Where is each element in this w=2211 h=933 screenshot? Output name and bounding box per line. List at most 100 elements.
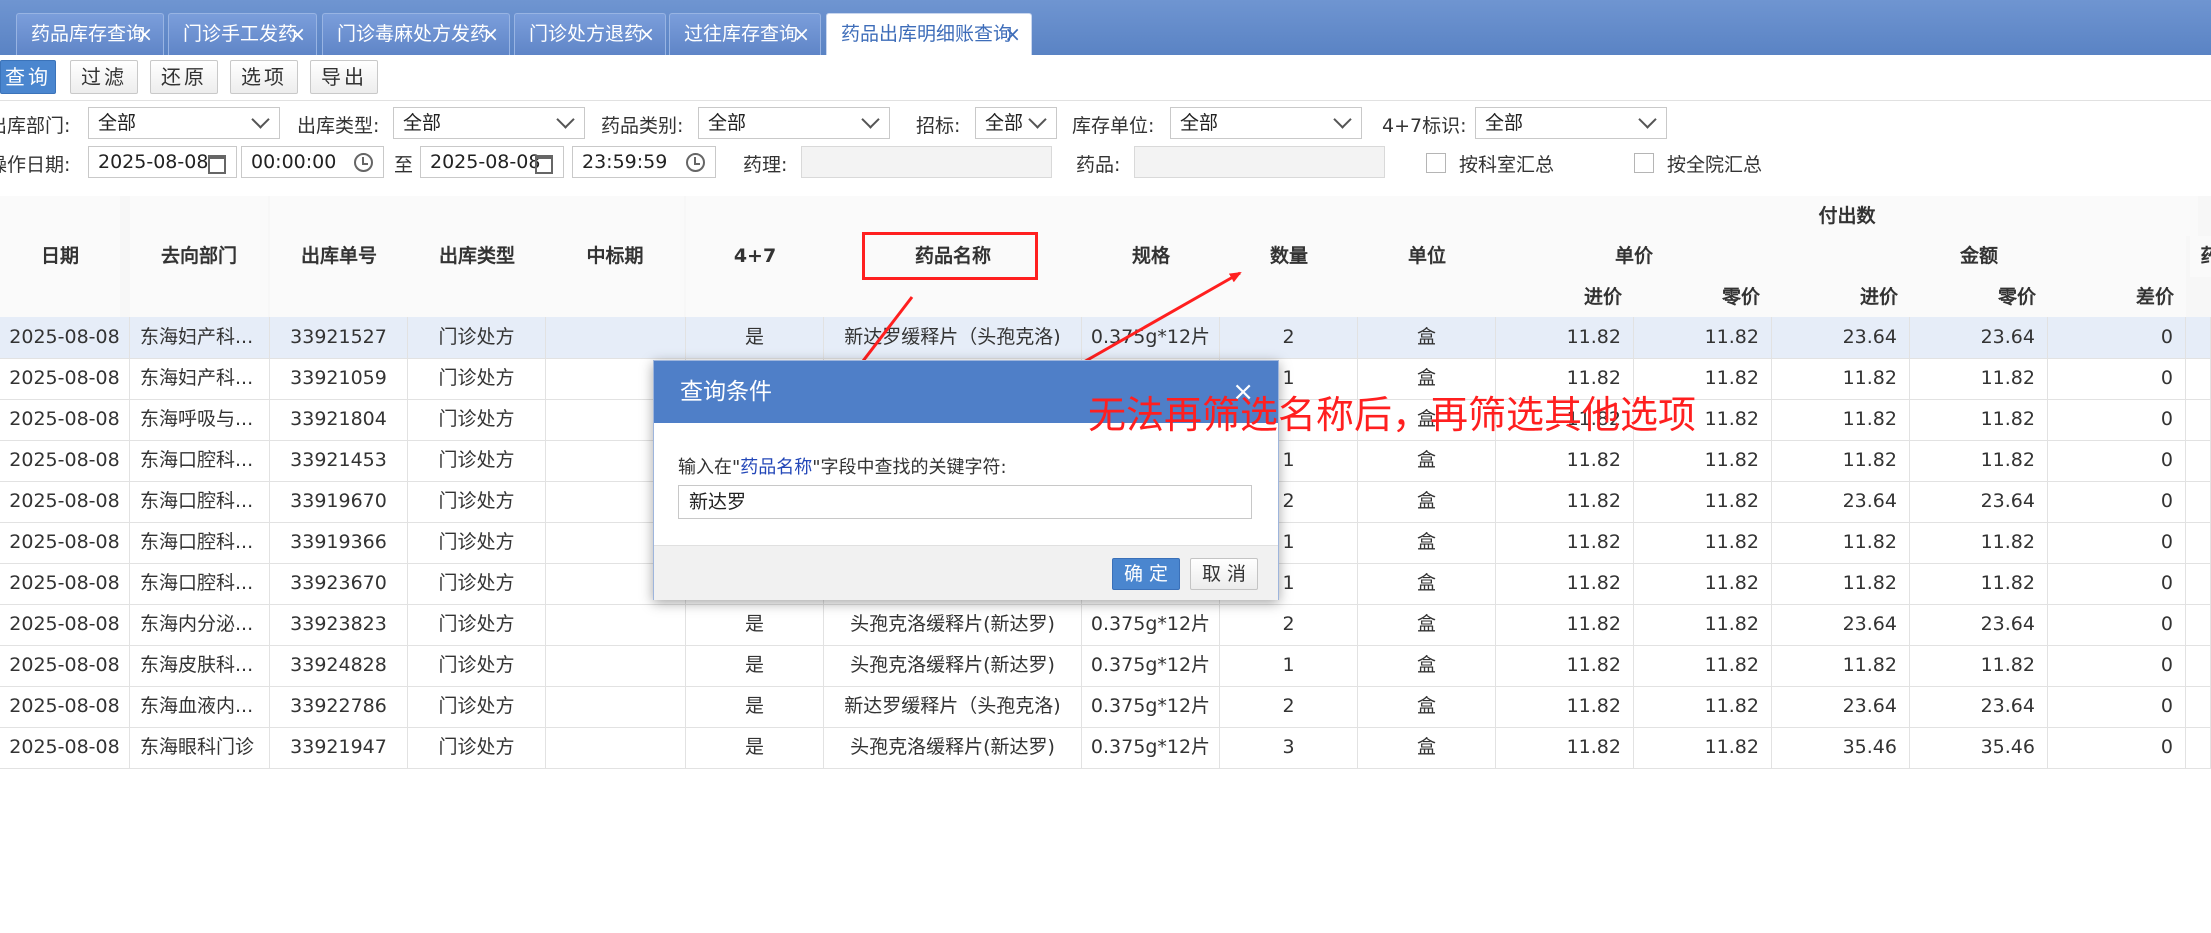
options-button[interactable]: 选项 (230, 60, 298, 94)
start-date-value: 2025-08-08 (98, 151, 209, 173)
cell-type: 门诊处方 (408, 317, 546, 358)
cell-date: 2025-08-08 (0, 604, 130, 645)
cell-four-seven: 是 (686, 645, 824, 686)
cell-unit: 盒 (1358, 563, 1496, 604)
bid-select[interactable]: 全部 (975, 107, 1057, 139)
cell-amt-in: 11.82 (1772, 440, 1910, 481)
query-button[interactable]: 查询 (0, 60, 56, 94)
tab-outbound-ledger-query[interactable]: 药品出库明细账查询 × (826, 13, 1032, 55)
table-row[interactable]: 2025-08-08 东海眼科门诊 33921947 门诊处方 是头孢克洛缓释片(新达罗… (0, 727, 2211, 769)
cell-amt-in: 11.82 (1772, 399, 1910, 440)
close-icon[interactable]: × (136, 14, 153, 54)
end-time-field[interactable]: 23:59:59 (572, 146, 716, 178)
pharmacology-field[interactable] (801, 146, 1052, 178)
cell-type: 门诊处方 (408, 645, 546, 686)
header-diff[interactable]: 差价 (2048, 277, 2186, 317)
header-dept[interactable]: 去向部门 (130, 196, 268, 317)
tab-drug-stock-query[interactable]: 药品库存查询 × (16, 13, 164, 55)
cell-diff: 0 (2048, 399, 2186, 440)
tab-manual-dispense[interactable]: 门诊手工发药 × (168, 13, 317, 55)
prompt-prefix: 输入在" (678, 457, 741, 478)
header-drug-partial: 药 (2190, 236, 2211, 277)
end-date-field[interactable]: 2025-08-08 (420, 146, 564, 178)
cell-date: 2025-08-08 (0, 727, 130, 768)
cell-dept: 东海口腔科... (130, 522, 270, 563)
header-price-retail[interactable]: 零价 (1634, 277, 1772, 317)
header-paid-out: 付出数 (1496, 196, 2198, 236)
close-icon[interactable]: × (1004, 14, 1021, 54)
close-icon[interactable]: × (482, 14, 499, 54)
by-hospital-checkbox[interactable] (1634, 153, 1654, 173)
cell-unit: 盒 (1358, 645, 1496, 686)
cell-order-no: 33919366 (270, 522, 408, 563)
header-date[interactable]: 日期 (0, 196, 120, 317)
close-icon[interactable]: × (638, 14, 655, 54)
filter-button[interactable]: 过滤 (70, 60, 138, 94)
keyword-input[interactable]: 新达罗 (678, 485, 1252, 519)
header-qty[interactable]: 数量 (1220, 196, 1358, 317)
start-date-field[interactable]: 2025-08-08 (88, 146, 237, 178)
calendar-icon[interactable] (535, 155, 553, 174)
header-unit[interactable]: 单位 (1358, 196, 1496, 317)
cell-diff: 0 (2048, 563, 2186, 604)
header-bid-period[interactable]: 中标期 (546, 196, 684, 317)
header-order-no[interactable]: 出库单号 (270, 196, 408, 317)
tab-narcotic-dispense[interactable]: 门诊毒麻处方发药 × (322, 13, 510, 55)
clock-icon[interactable] (354, 153, 373, 172)
category-select[interactable]: 全部 (698, 107, 890, 139)
table-row[interactable]: 2025-08-08 东海皮肤科... 33924828 门诊处方 是头孢克洛缓释片(新… (0, 645, 2211, 687)
drug-field[interactable] (1134, 146, 1385, 178)
header-spec[interactable]: 规格 (1082, 196, 1220, 317)
cell-order-no: 33922786 (270, 686, 408, 727)
table-row[interactable]: 2025-08-08 东海内分泌... 33923823 门诊处方 是头孢克洛缓释片(新… (0, 604, 2211, 646)
cell-unit: 盒 (1358, 604, 1496, 645)
cell-order-no: 33919670 (270, 481, 408, 522)
table-row[interactable]: 2025-08-08 东海血液内... 33922786 门诊处方 是新达罗缓释片（头孢… (0, 686, 2211, 728)
tab-label: 门诊处方退药 (529, 23, 644, 45)
restore-button[interactable]: 还原 (150, 60, 218, 94)
cell-diff: 0 (2048, 481, 2186, 522)
header-price-purchase[interactable]: 进价 (1496, 277, 1634, 317)
cell-price-in: 11.82 (1496, 440, 1634, 481)
header-type[interactable]: 出库类型 (408, 196, 546, 317)
ok-button[interactable]: 确 定 (1112, 558, 1180, 590)
header-4plus7[interactable]: 4+7 (686, 196, 824, 317)
type-select[interactable]: 全部 (393, 107, 585, 139)
cell-blank (2186, 522, 2211, 563)
cell-qty: 2 (1220, 317, 1358, 358)
clock-icon[interactable] (686, 153, 705, 172)
stock-unit-select[interactable]: 全部 (1170, 107, 1362, 139)
flag47-label: 4+7标识: (1382, 115, 1467, 137)
dept-value: 全部 (98, 112, 137, 134)
tab-label: 过往库存查询 (684, 23, 799, 45)
cell-amt-in: 35.46 (1772, 727, 1910, 768)
export-button[interactable]: 导出 (310, 60, 378, 94)
cell-qty: 2 (1220, 604, 1358, 645)
tab-prescription-return[interactable]: 门诊处方退药 × (514, 13, 666, 55)
cell-diff: 0 (2048, 604, 2186, 645)
start-time-field[interactable]: 00:00:00 (241, 146, 384, 178)
close-icon[interactable]: × (793, 14, 810, 54)
cell-dept: 东海血液内... (130, 686, 270, 727)
cell-dept: 东海呼吸与... (130, 399, 270, 440)
header-amount-retail[interactable]: 零价 (1910, 277, 2048, 317)
cell-blank (2186, 645, 2211, 686)
calendar-icon[interactable] (208, 155, 226, 174)
cell-price-in: 11.82 (1496, 522, 1634, 563)
table-row[interactable]: 2025-08-08 东海妇产科... 33921527 门诊处方 是新达罗缓释片（头孢… (0, 317, 2211, 359)
cell-order-no: 33921804 (270, 399, 408, 440)
cell-type: 门诊处方 (408, 481, 546, 522)
dept-select[interactable]: 全部 (88, 107, 280, 139)
cell-price-retail: 11.82 (1634, 317, 1772, 358)
close-icon[interactable]: × (289, 14, 306, 54)
flag47-select[interactable]: 全部 (1475, 107, 1667, 139)
cell-amt-in: 11.82 (1772, 358, 1910, 399)
cell-amt-retail: 23.64 (1910, 686, 2048, 727)
by-dept-checkbox[interactable] (1426, 153, 1446, 173)
tab-past-stock-query[interactable]: 过往库存查询 × (669, 13, 821, 55)
keyword-value: 新达罗 (689, 491, 747, 513)
header-amount-purchase[interactable]: 进价 (1772, 277, 1910, 317)
cell-order-no: 33921947 (270, 727, 408, 768)
cancel-button[interactable]: 取 消 (1190, 558, 1258, 590)
cell-order-no: 33923670 (270, 563, 408, 604)
